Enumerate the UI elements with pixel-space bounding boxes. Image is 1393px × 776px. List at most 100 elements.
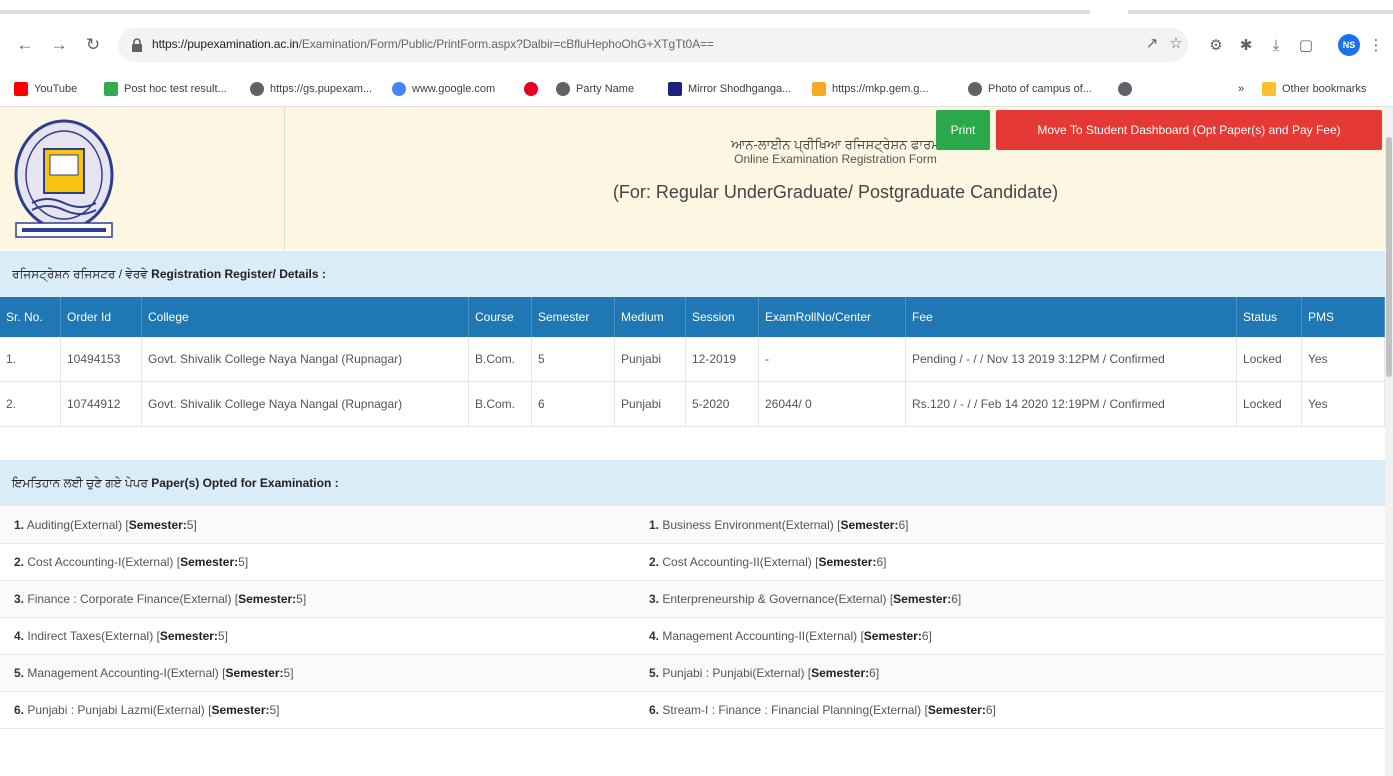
avatar[interactable]: NS: [1338, 34, 1360, 56]
papers-list: 1. Auditing(External) [Semester:5] 1. Bu…: [0, 507, 1385, 729]
paper-right: 4. Management Accounting-II(External) [S…: [649, 629, 932, 643]
registration-table: Sr. No. Order Id College Course Semester…: [0, 297, 1385, 427]
cell-order-id: 10494153: [60, 337, 142, 382]
page-scrollbar[interactable]: [1385, 107, 1393, 776]
papers-section-header: ਇਮਤਿਹਾਨ ਲਈ ਚੁਣੇ ਗਏ ਪੇਪਰ Paper(s) Opted f…: [0, 460, 1385, 506]
bookmark-shodhganga[interactable]: Mirror Shodhganga...: [668, 81, 791, 97]
section-label: Registration Register/ Details :: [151, 267, 326, 281]
cell-semester: 5: [531, 337, 615, 382]
section-label-punjabi: ਰਜਿਸਟ੍ਰੇਸ਼ਨ ਰਜਿਸਟਰ / ਵੇਰਵੇ: [12, 267, 148, 281]
gem-icon: [812, 82, 826, 96]
form-header: ਆਨ-ਲਾਈਨ ਪ੍ਰੀਖਿਆ ਰਜਿਸਟ੍ਰੇਸ਼ਨ ਫਾਰਮ Online …: [0, 107, 1385, 250]
browser-toolbar: ← → ↻ https://pupexamination.ac.in/Exami…: [0, 14, 1393, 70]
form-title: Online Examination Registration Form: [734, 152, 937, 166]
move-to-dashboard-button[interactable]: Move To Student Dashboard (Opt Paper(s) …: [996, 110, 1382, 150]
cell-semester: 6: [531, 381, 615, 427]
extension-icon[interactable]: ⚙: [1206, 36, 1226, 56]
bookmark-unnamed[interactable]: [1118, 81, 1138, 97]
list-item: 5. Management Accounting-I(External) [Se…: [0, 655, 1385, 692]
bookmarks-bar: YouTube Post hoc test result... https://…: [0, 70, 1393, 107]
cell-course: B.Com.: [468, 381, 532, 427]
col-college: College: [141, 297, 469, 337]
col-course: Course: [468, 297, 532, 337]
reload-icon[interactable]: ↻: [80, 32, 106, 58]
bookmark-gs-pupexam[interactable]: https://gs.pupexam...: [250, 81, 372, 97]
globe-icon: [968, 82, 982, 96]
youtube-icon: [14, 82, 28, 96]
paper-right: 3. Enterpreneurship & Governance(Externa…: [649, 592, 962, 606]
bookmark-photo-campus[interactable]: Photo of campus of...: [968, 81, 1092, 97]
cell-sr-no: 2.: [0, 381, 61, 427]
col-semester: Semester: [531, 297, 615, 337]
paper-left: 1. Auditing(External) [Semester:5]: [14, 518, 197, 532]
globe-icon: [556, 82, 570, 96]
col-order-id: Order Id: [60, 297, 142, 337]
paper-left: 6. Punjabi : Punjabi Lazmi(External) [Se…: [14, 703, 280, 717]
puzzle-icon[interactable]: ✱: [1236, 36, 1256, 56]
section-label: Paper(s) Opted for Examination :: [151, 476, 339, 490]
star-icon[interactable]: ☆: [1166, 34, 1186, 54]
col-fee: Fee: [905, 297, 1237, 337]
google-icon: [392, 82, 406, 96]
globe-icon: [1118, 82, 1132, 96]
sidepanel-icon[interactable]: ▢: [1296, 36, 1316, 56]
paper-right: 5. Punjabi : Punjabi(External) [Semester…: [649, 666, 880, 680]
col-session: Session: [685, 297, 759, 337]
scrollbar-thumb[interactable]: [1386, 137, 1392, 377]
download-icon[interactable]: ⤓: [1266, 36, 1286, 56]
forward-icon[interactable]: →: [46, 32, 72, 58]
menu-icon[interactable]: ⋮: [1366, 36, 1386, 56]
paper-right: 1. Business Environment(External) [Semes…: [649, 518, 909, 532]
paper-right: 2. Cost Accounting-II(External) [Semeste…: [649, 555, 887, 569]
col-status: Status: [1236, 297, 1302, 337]
col-pms: PMS: [1301, 297, 1385, 337]
folder-icon: [1262, 82, 1276, 96]
bookmark-youtube[interactable]: YouTube: [14, 81, 77, 97]
table-header-row: Sr. No. Order Id College Course Semester…: [0, 297, 1385, 337]
form-subtitle: (For: Regular UnderGraduate/ Postgraduat…: [612, 182, 1059, 202]
logo-cell: [0, 107, 285, 250]
bookmark-google[interactable]: www.google.com: [392, 81, 495, 97]
col-sr-no: Sr. No.: [0, 297, 61, 337]
bookmark-pinterest[interactable]: [524, 81, 544, 97]
globe-icon: [250, 82, 264, 96]
page-content: ਆਨ-ਲਾਈਨ ਪ੍ਰੀਖਿਆ ਰਜਿਸਟ੍ਰੇਸ਼ਨ ਫਾਰਮ Online …: [0, 107, 1385, 776]
print-button[interactable]: Print: [936, 110, 990, 150]
cell-session: 12-2019: [685, 337, 759, 382]
cell-session: 5-2020: [685, 381, 759, 427]
university-seal-icon: [14, 119, 114, 238]
chart-icon: [104, 82, 118, 96]
paper-left: 2. Cost Accounting-I(External) [Semester…: [14, 555, 249, 569]
list-item: 2. Cost Accounting-I(External) [Semester…: [0, 544, 1385, 581]
cell-fee: Rs.120 / - / / Feb 14 2020 12:19PM / Con…: [905, 381, 1237, 427]
table-row: 1. 10494153 Govt. Shivalik College Naya …: [0, 337, 1385, 382]
col-medium: Medium: [614, 297, 686, 337]
cell-sr-no: 1.: [0, 337, 61, 382]
shodhganga-icon: [668, 82, 682, 96]
bookmark-gem[interactable]: https://mkp.gem.g...: [812, 81, 929, 97]
other-bookmarks[interactable]: Other bookmarks: [1262, 81, 1366, 97]
cell-pms: Yes: [1301, 381, 1385, 427]
cell-exam-roll: 26044/ 0: [758, 381, 906, 427]
col-exam-roll: ExamRollNo/Center: [758, 297, 906, 337]
table-row: 2. 10744912 Govt. Shivalik College Naya …: [0, 381, 1385, 427]
bookmark-party-name[interactable]: Party Name: [556, 81, 634, 97]
share-icon[interactable]: ↗: [1142, 34, 1162, 54]
cell-college: Govt. Shivalik College Naya Nangal (Rupn…: [141, 337, 469, 382]
cell-status: Locked: [1236, 337, 1302, 382]
more-bookmarks-button[interactable]: »: [1238, 81, 1244, 97]
pinterest-icon: [524, 82, 538, 96]
bookmark-post-hoc[interactable]: Post hoc test result...: [104, 81, 227, 97]
cell-exam-roll: -: [758, 337, 906, 382]
cell-status: Locked: [1236, 381, 1302, 427]
list-item: 6. Punjabi : Punjabi Lazmi(External) [Se…: [0, 692, 1385, 729]
cell-medium: Punjabi: [614, 337, 686, 382]
cell-medium: Punjabi: [614, 381, 686, 427]
paper-left: 4. Indirect Taxes(External) [Semester:5]: [14, 629, 228, 643]
address-bar[interactable]: https://pupexamination.ac.in/Examination…: [118, 28, 1188, 62]
cell-pms: Yes: [1301, 337, 1385, 382]
back-icon[interactable]: ←: [12, 32, 38, 58]
cell-college: Govt. Shivalik College Naya Nangal (Rupn…: [141, 381, 469, 427]
list-item: 3. Finance : Corporate Finance(External)…: [0, 581, 1385, 618]
registration-section-header: ਰਜਿਸਟ੍ਰੇਸ਼ਨ ਰਜਿਸਟਰ / ਵੇਰਵੇ Registration …: [0, 251, 1385, 297]
